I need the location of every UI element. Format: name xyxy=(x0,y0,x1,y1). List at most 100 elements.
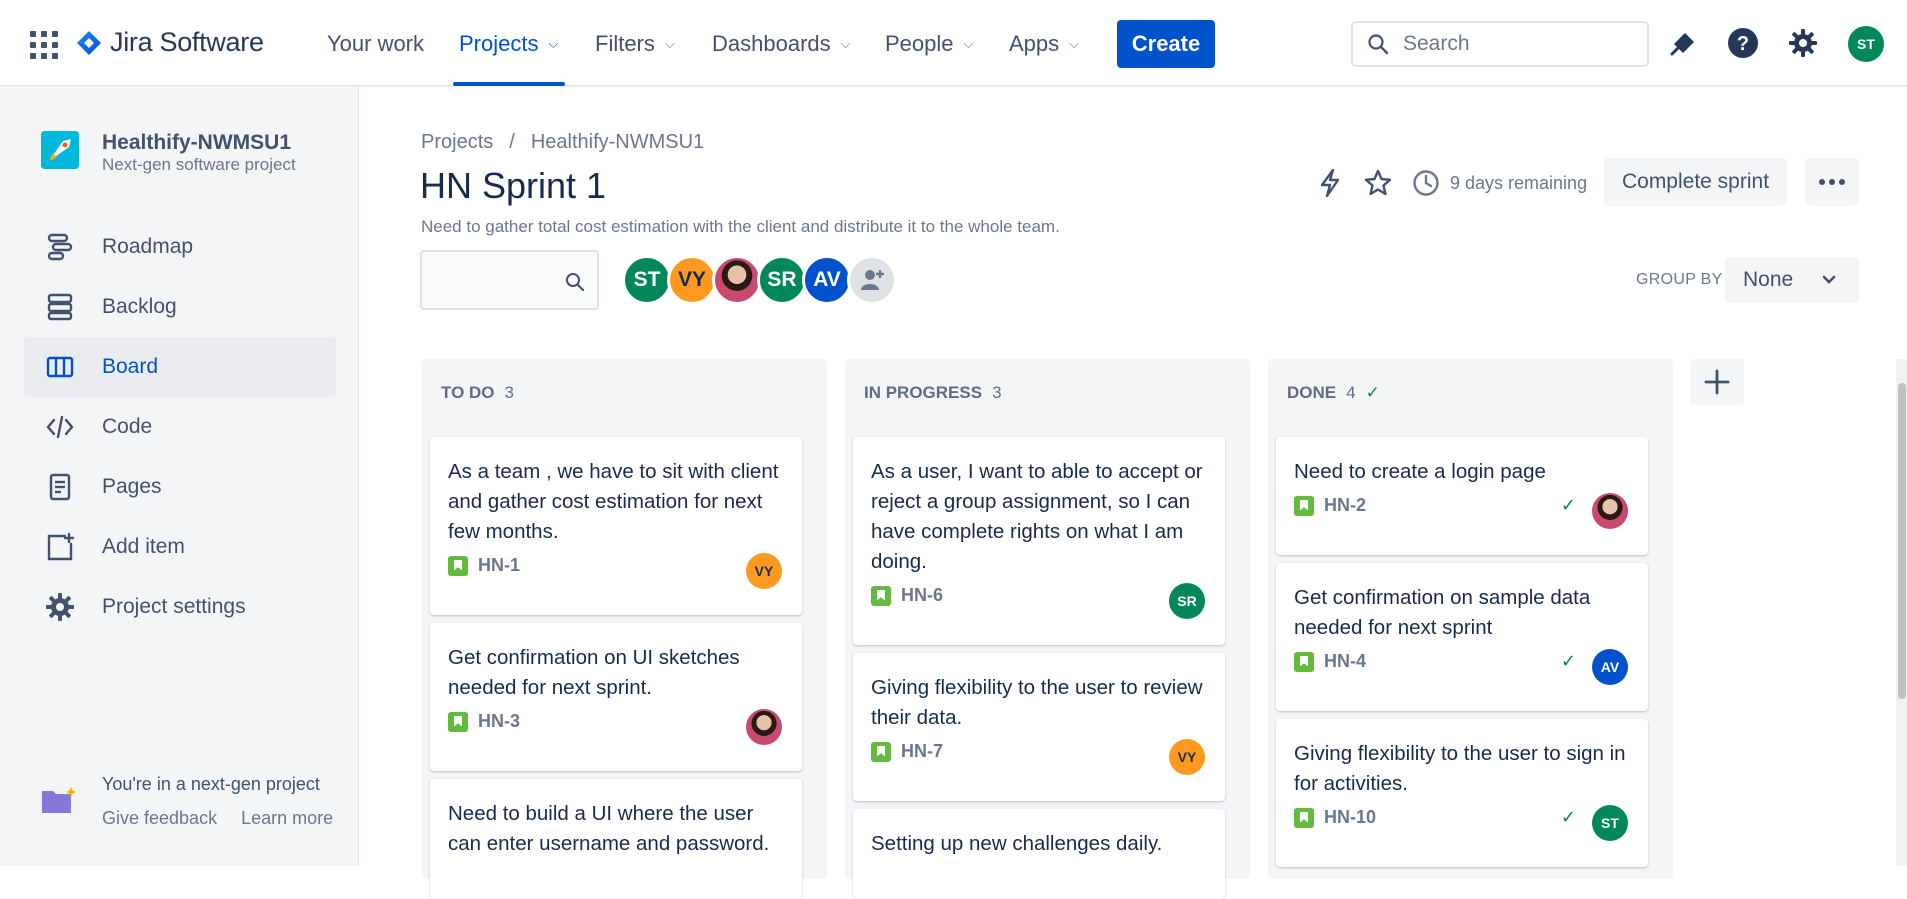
plus-icon xyxy=(1704,369,1730,395)
help-icon[interactable]: ? xyxy=(1726,26,1760,60)
board-column-done: DONE 4 ✓ Need to create a login page HN-… xyxy=(1268,359,1673,879)
breadcrumb: Projects / Healthify-NWMSU1 xyxy=(421,131,704,154)
create-button[interactable]: Create xyxy=(1117,20,1215,68)
chevron-down-icon: ⌵ xyxy=(664,36,675,51)
board-column-in-progress: IN PROGRESS 3 As a user, I want to able … xyxy=(845,359,1250,899)
issue-key-row: HN-4 xyxy=(1294,651,1366,672)
issue-key[interactable]: HN-1 xyxy=(478,555,520,576)
issue-card[interactable]: Giving flexibility to the user to sign i… xyxy=(1276,719,1648,867)
assignee-avatar[interactable] xyxy=(746,709,782,745)
lightning-automation-icon[interactable] xyxy=(1313,166,1347,200)
group-by-select[interactable]: None xyxy=(1725,257,1859,303)
app-name: Jira Software xyxy=(110,27,264,57)
checkmark-icon: ✓ xyxy=(1560,495,1576,515)
nav-projects-label: Projects xyxy=(459,31,539,56)
complete-sprint-button[interactable]: Complete sprint xyxy=(1604,158,1787,206)
scrollbar-thumb[interactable] xyxy=(1898,383,1906,699)
nav-apps[interactable]: Apps ⌵ xyxy=(1009,31,1079,57)
more-dot xyxy=(1819,179,1825,185)
assignee-avatar-vy[interactable]: VY xyxy=(667,255,717,305)
chevron-down-icon: ⌵ xyxy=(1069,36,1080,51)
board-scrollbar[interactable] xyxy=(1896,359,1907,866)
learn-more-link[interactable]: Learn more xyxy=(241,808,333,829)
issue-key-row: HN-1 xyxy=(448,555,520,576)
issue-card[interactable]: As a team , we have to sit with client a… xyxy=(430,437,802,615)
issue-key[interactable]: HN-10 xyxy=(1324,807,1376,828)
sidebar-item-code[interactable]: Code xyxy=(24,397,336,457)
star-icon[interactable] xyxy=(1361,166,1395,200)
sidebar-item-label: Project settings xyxy=(102,595,246,618)
column-count: 4 xyxy=(1346,383,1356,402)
assignee-avatar[interactable]: SR xyxy=(1169,583,1205,619)
next-gen-folder-icon xyxy=(41,785,77,820)
sidebar-item-add-item[interactable]: Add item xyxy=(24,517,336,577)
assignee-avatar[interactable]: ST xyxy=(1592,805,1628,841)
global-search-input[interactable]: Search xyxy=(1351,21,1649,67)
add-column-button[interactable] xyxy=(1690,359,1744,405)
project-name[interactable]: Healthify-NWMSU1 xyxy=(102,131,291,155)
issue-summary: As a team , we have to sit with client a… xyxy=(448,460,779,543)
nav-people[interactable]: People ⌵ xyxy=(885,31,973,57)
project-type: Next-gen software project xyxy=(102,155,296,174)
assignee-avatar[interactable]: AV xyxy=(1592,649,1628,685)
assignee-avatar-photo[interactable] xyxy=(712,255,762,305)
add-people-icon[interactable] xyxy=(847,255,897,305)
group-by-label: GROUP BY xyxy=(1636,271,1723,288)
app-switcher-icon[interactable] xyxy=(30,31,58,59)
sidebar-item-board[interactable]: Board xyxy=(24,337,336,397)
column-name: DONE xyxy=(1287,383,1337,402)
search-icon xyxy=(1368,34,1389,55)
issue-key[interactable]: HN-2 xyxy=(1324,495,1366,516)
chevron-down-icon: ⌵ xyxy=(963,36,974,51)
assignee-avatar[interactable]: VY xyxy=(1169,739,1205,775)
sidebar-item-label: Backlog xyxy=(102,295,177,318)
issue-card[interactable]: As a user, I want to able to accept or r… xyxy=(853,437,1225,645)
issue-key[interactable]: HN-3 xyxy=(478,711,520,732)
column-header: IN PROGRESS 3 xyxy=(864,383,1002,403)
sidebar-item-project-settings[interactable]: Project settings xyxy=(24,577,336,637)
issue-card[interactable]: Giving flexibility to the user to review… xyxy=(853,653,1225,801)
assignee-avatar-av[interactable]: AV xyxy=(802,255,852,305)
jira-logo[interactable]: Jira Software xyxy=(76,27,264,58)
add-item-icon xyxy=(43,530,77,564)
chevron-down-icon: ⌵ xyxy=(840,36,851,51)
breadcrumb-project[interactable]: Healthify-NWMSU1 xyxy=(531,131,704,154)
sidebar-item-roadmap[interactable]: Roadmap xyxy=(24,217,336,277)
notifications-icon[interactable] xyxy=(1666,26,1700,60)
column-name: IN PROGRESS xyxy=(864,383,983,402)
nav-dashboards[interactable]: Dashboards ⌵ xyxy=(712,31,851,57)
project-avatar-icon[interactable] xyxy=(41,131,79,169)
issue-card[interactable]: Need to create a login page HN-2 ✓ xyxy=(1276,437,1648,555)
issue-summary: Giving flexibility to the user to sign i… xyxy=(1294,742,1626,795)
assignee-avatar-st[interactable]: ST xyxy=(622,255,672,305)
settings-gear-icon[interactable] xyxy=(1786,26,1820,60)
nav-filters[interactable]: Filters ⌵ xyxy=(595,31,675,57)
board-search-input[interactable] xyxy=(420,250,599,310)
issue-key[interactable]: HN-6 xyxy=(901,585,943,606)
column-name: TO DO xyxy=(441,383,495,402)
issue-card[interactable]: Need to build a UI where the user can en… xyxy=(430,779,802,899)
sidebar-item-pages[interactable]: Pages xyxy=(24,457,336,517)
checkmark-icon: ✓ xyxy=(1560,807,1576,827)
more-actions-button[interactable] xyxy=(1805,158,1859,206)
issue-card[interactable]: Get confirmation on UI sketches needed f… xyxy=(430,623,802,771)
issue-key[interactable]: HN-7 xyxy=(901,741,943,762)
breadcrumb-projects[interactable]: Projects xyxy=(421,131,493,154)
assignee-avatar[interactable] xyxy=(1592,493,1628,529)
issue-summary: Need to create a login page xyxy=(1294,460,1546,483)
issue-key-row: HN-7 xyxy=(871,741,943,762)
nav-your-work[interactable]: Your work xyxy=(327,31,424,57)
give-feedback-link[interactable]: Give feedback xyxy=(102,808,217,829)
user-avatar[interactable]: ST xyxy=(1848,26,1884,62)
story-icon xyxy=(871,741,891,762)
issue-card[interactable]: Get confirmation on sample data needed f… xyxy=(1276,563,1648,711)
assignee-avatar-sr[interactable]: SR xyxy=(757,255,807,305)
issue-key-row: HN-6 xyxy=(871,585,943,606)
sidebar-item-backlog[interactable]: Backlog xyxy=(24,277,336,337)
story-icon xyxy=(448,711,468,732)
issue-key[interactable]: HN-4 xyxy=(1324,651,1366,672)
issue-card[interactable]: Setting up new challenges daily. xyxy=(853,809,1225,899)
nav-projects[interactable]: Projects ⌵ xyxy=(459,31,558,57)
assignee-avatar[interactable]: VY xyxy=(746,553,782,589)
pages-icon xyxy=(43,470,77,504)
